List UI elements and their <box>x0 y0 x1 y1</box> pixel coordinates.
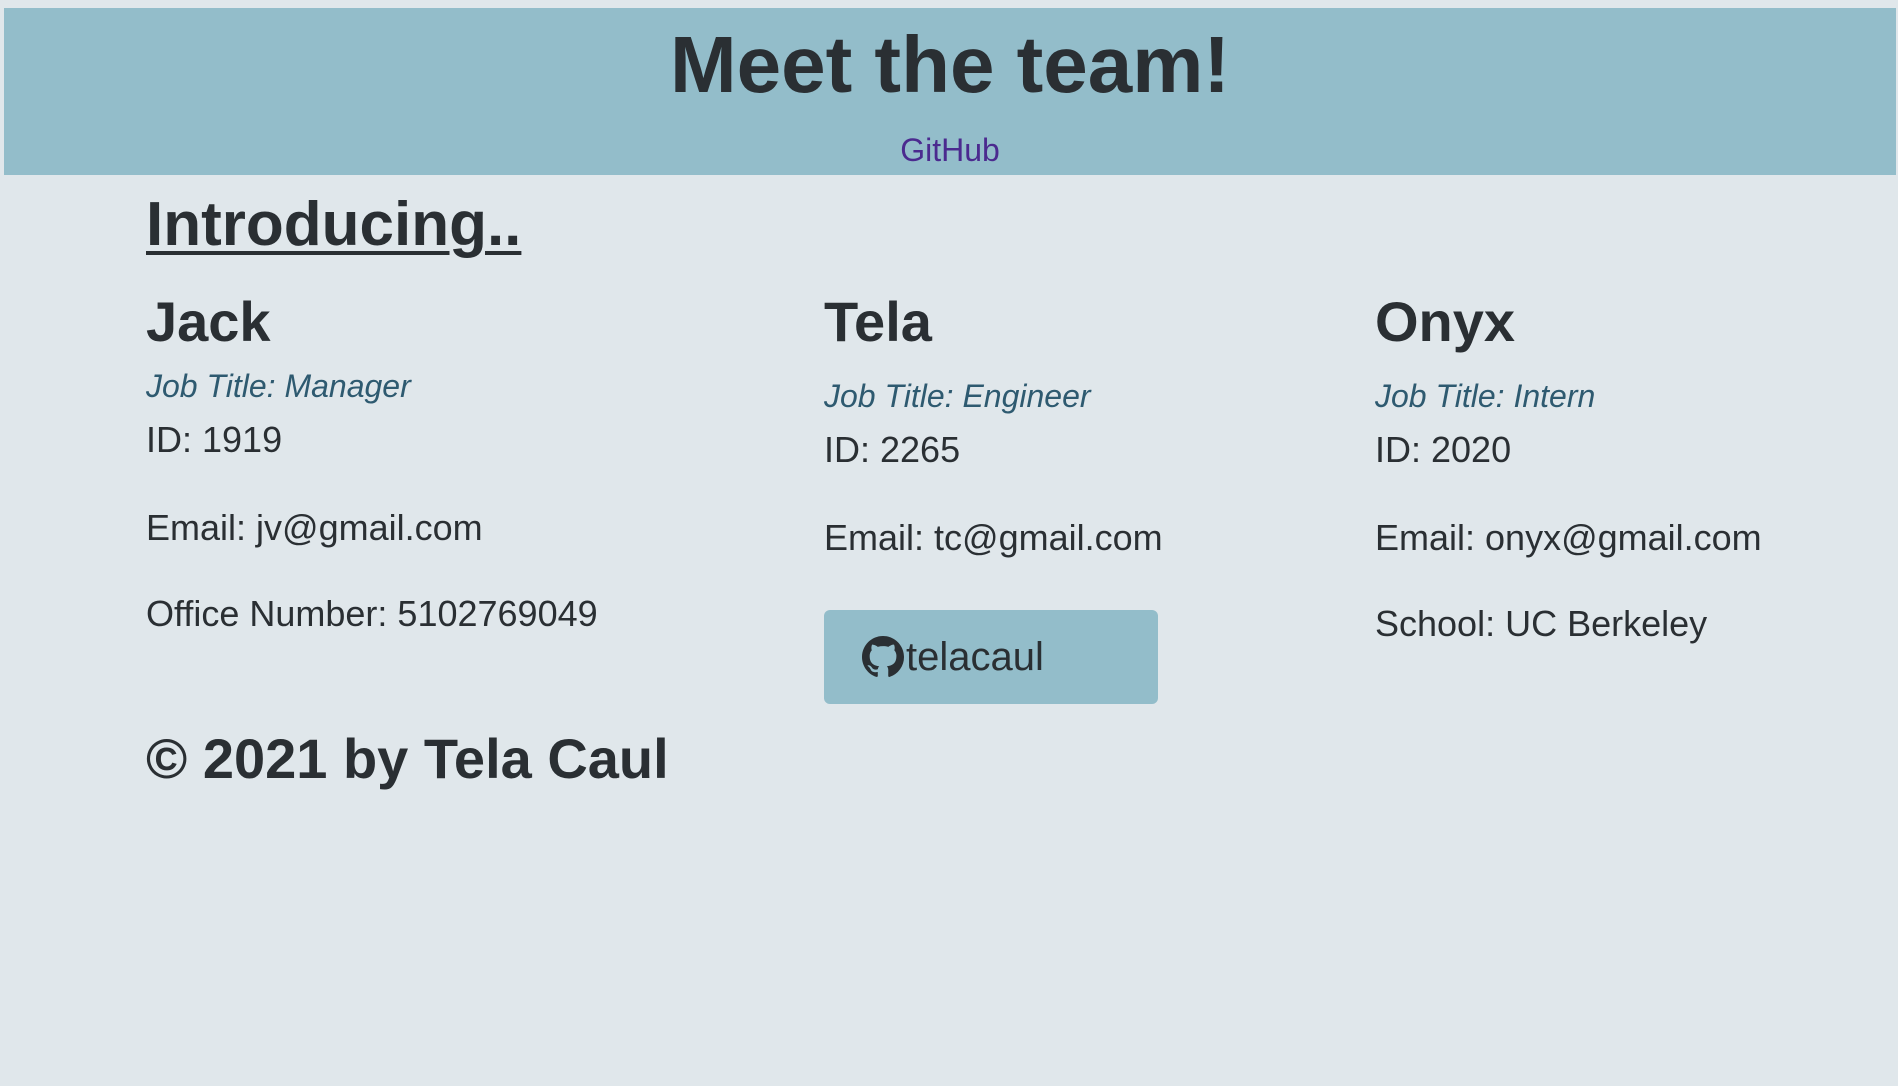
team-card-engineer: Tela Job Title: Engineer ID: 2265 Email:… <box>824 290 1163 704</box>
member-name: Onyx <box>1375 290 1516 353</box>
member-email: Email: tc@gmail.com <box>824 517 1163 558</box>
member-role: Job Title: Manager <box>146 368 411 404</box>
member-id: ID: 2020 <box>1375 429 1512 470</box>
member-id: ID: 1919 <box>146 419 283 460</box>
member-name: Tela <box>824 290 932 353</box>
page-header: Meet the team! GitHub <box>4 8 1896 175</box>
member-name: Jack <box>146 290 271 353</box>
github-profile-button[interactable]: telacaul <box>824 610 1158 704</box>
page-title: Meet the team! <box>669 20 1231 109</box>
member-email: Email: onyx@gmail.com <box>1375 517 1762 558</box>
member-school: School: UC Berkeley <box>1375 603 1708 644</box>
github-username: telacaul <box>906 634 1044 679</box>
team-card-manager: Jack Job Title: Manager ID: 1919 Email: … <box>146 290 598 634</box>
member-id: ID: 2265 <box>824 429 961 470</box>
intro-heading: Introducing.. <box>146 190 522 259</box>
footer-copyright: © 2021 by Tela Caul <box>146 727 669 790</box>
github-link[interactable]: GitHub <box>4 130 1896 170</box>
member-role: Job Title: Engineer <box>824 378 1091 414</box>
member-role: Job Title: Intern <box>1375 378 1596 414</box>
github-icon <box>862 636 904 677</box>
member-email: Email: jv@gmail.com <box>146 507 483 548</box>
member-office-number: Office Number: 5102769049 <box>146 593 598 634</box>
team-card-intern: Onyx Job Title: Intern ID: 2020 Email: o… <box>1375 290 1762 644</box>
